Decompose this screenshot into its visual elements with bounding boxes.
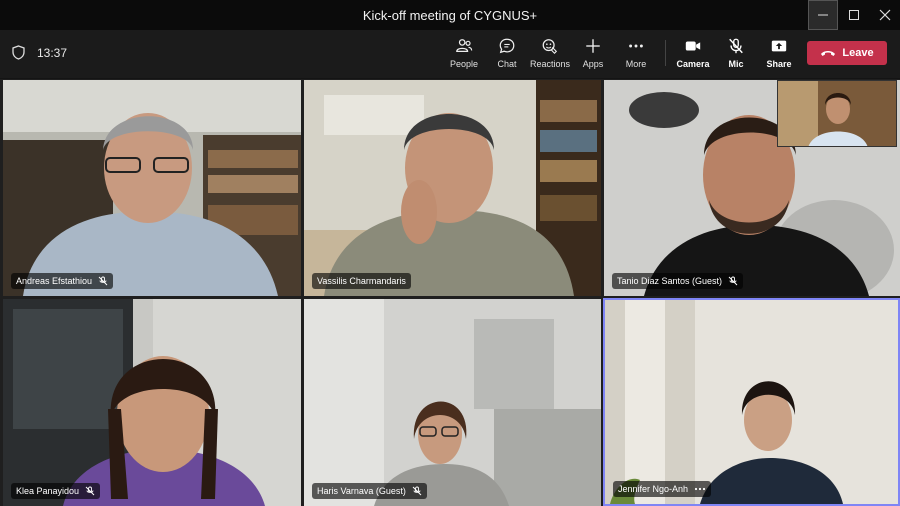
participant-name: Haris Varnava (Guest) <box>317 486 406 496</box>
chat-label: Chat <box>497 59 517 69</box>
hangup-icon <box>821 51 836 56</box>
mic-off-icon <box>85 486 95 496</box>
share-icon <box>771 40 787 52</box>
participant-name: Klea Panayidou <box>16 486 80 496</box>
video-tile-haris[interactable]: Haris Varnava (Guest) <box>304 299 601 506</box>
toolbar-divider <box>665 40 666 66</box>
share-button[interactable]: Share <box>756 37 802 73</box>
participant-video <box>3 299 301 506</box>
mic-button[interactable]: Mic <box>713 37 759 73</box>
window-title: Kick-off meeting of CYGNUS+ <box>362 7 538 23</box>
reactions-icon <box>542 39 558 54</box>
participant-name-tag: Haris Varnava (Guest) <box>312 483 427 499</box>
mic-label: Mic <box>728 59 744 69</box>
people-label: People <box>449 59 479 69</box>
more-options-icon[interactable] <box>694 484 706 494</box>
meeting-toolbar: 13:37 People Chat Reactions Apps More Ca… <box>0 30 900 79</box>
self-view-image <box>778 81 896 146</box>
mic-off-icon <box>729 38 743 54</box>
participant-name-tag: Vassilis Charmandaris <box>312 273 411 289</box>
self-view-video[interactable] <box>777 80 897 147</box>
leave-label: Leave <box>842 47 874 59</box>
video-tile-klea[interactable]: Klea Panayidou <box>3 299 301 506</box>
shield-icon <box>12 45 25 60</box>
video-tile-jennifer[interactable]: Jennifer Ngo-Anh <box>603 298 900 506</box>
mic-off-icon <box>728 276 738 286</box>
minimize-icon <box>818 14 828 16</box>
participant-name-tag: Tanio Diaz Santos (Guest) <box>612 273 744 289</box>
video-tile-andreas[interactable]: Andreas Efstathiou <box>3 80 301 296</box>
camera-button[interactable]: Camera <box>670 37 716 73</box>
people-icon <box>456 39 473 53</box>
participant-video <box>304 299 601 506</box>
meeting-duration: 13:37 <box>37 46 68 60</box>
maximize-button[interactable] <box>839 0 869 30</box>
participant-name-tag: Jennifer Ngo-Anh <box>613 481 712 497</box>
leave-button[interactable]: Leave <box>807 41 887 65</box>
participant-name: Andreas Efstathiou <box>16 276 93 286</box>
people-button[interactable]: People <box>441 37 487 73</box>
chat-icon <box>499 38 515 54</box>
camera-label: Camera <box>676 59 710 69</box>
participant-name: Tanio Diaz Santos (Guest) <box>617 276 723 286</box>
more-icon <box>629 44 643 48</box>
plus-icon <box>586 39 600 53</box>
apps-label: Apps <box>582 59 604 69</box>
participant-video <box>304 80 601 296</box>
close-icon <box>879 9 891 21</box>
reactions-button[interactable]: Reactions <box>527 37 573 73</box>
participant-video <box>605 300 898 504</box>
maximize-icon <box>849 10 859 20</box>
participant-name: Jennifer Ngo-Anh <box>618 484 689 494</box>
apps-button[interactable]: Apps <box>570 37 616 73</box>
more-label: More <box>625 59 647 69</box>
video-tile-vassilis[interactable]: Vassilis Charmandaris <box>304 80 601 296</box>
mic-off-icon <box>98 276 108 286</box>
title-bar: Kick-off meeting of CYGNUS+ <box>0 0 900 30</box>
minimize-button[interactable] <box>808 0 838 30</box>
participant-name-tag: Klea Panayidou <box>11 483 101 499</box>
close-button[interactable] <box>870 0 900 30</box>
share-label: Share <box>766 59 792 69</box>
mic-off-icon <box>412 486 422 496</box>
participant-name: Vassilis Charmandaris <box>317 276 406 286</box>
reactions-label: Reactions <box>529 59 571 69</box>
participant-video <box>3 80 301 296</box>
more-button[interactable]: More <box>613 37 659 73</box>
window-controls <box>807 0 900 30</box>
camera-icon <box>685 41 701 51</box>
participant-name-tag: Andreas Efstathiou <box>11 273 114 289</box>
chat-button[interactable]: Chat <box>484 37 530 73</box>
